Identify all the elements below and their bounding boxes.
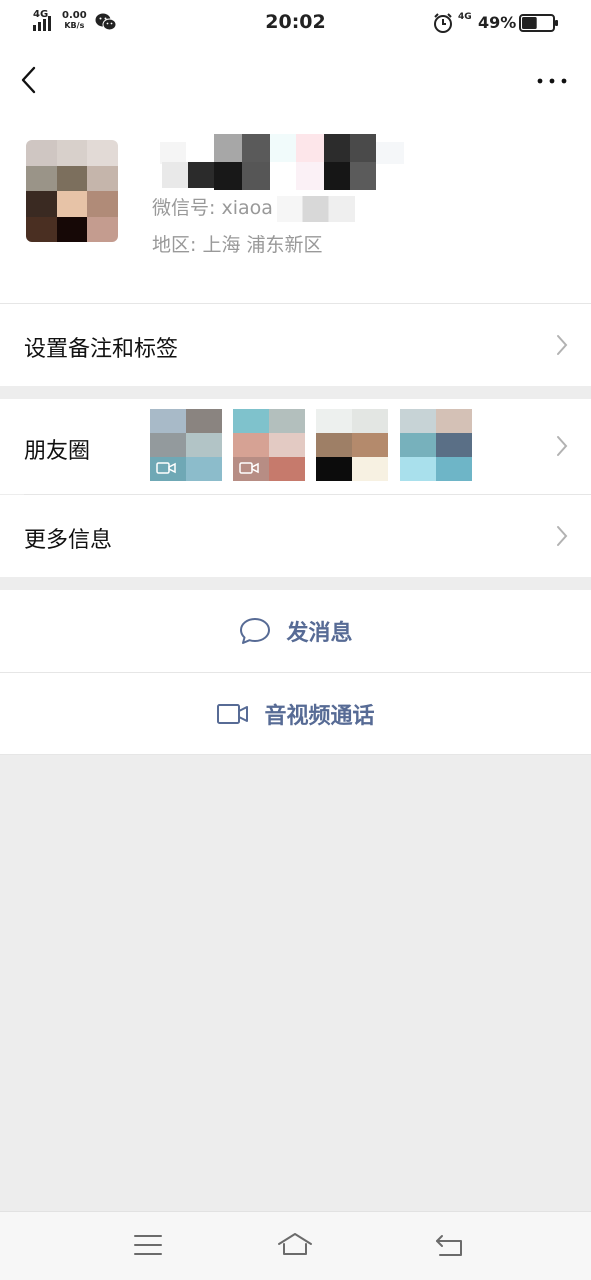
chevron-right-icon <box>557 526 568 546</box>
menu-icon[interactable] <box>130 1230 166 1260</box>
more-info-row[interactable]: 更多信息 <box>0 495 591 577</box>
wechat-id: 微信号: xiaoa <box>152 193 355 222</box>
send-message-button[interactable]: 发消息 <box>0 590 591 672</box>
battery-icon <box>519 14 558 32</box>
av-call-label: 音视频通话 <box>264 704 375 729</box>
chevron-right-icon <box>557 335 568 355</box>
battery-percent: 49% <box>478 13 517 32</box>
video-icon <box>156 462 176 474</box>
divider <box>0 754 591 755</box>
video-icon <box>239 462 259 474</box>
wechat-id-blurred <box>276 195 355 222</box>
av-call-button[interactable]: 音视频通话 <box>0 673 591 755</box>
region-value: 上海 浦东新区 <box>202 234 323 256</box>
avatar-mosaic <box>26 140 118 242</box>
moments-thumbnail <box>150 409 222 481</box>
nickname-blurred <box>160 134 404 190</box>
back-nav-icon[interactable] <box>432 1230 468 1260</box>
wechat-id-value: xiaoa <box>221 197 273 219</box>
send-message-label: 发消息 <box>286 621 353 646</box>
network-type-right: 4G <box>458 12 472 22</box>
moments-thumbnail <box>233 409 305 481</box>
moments-row[interactable]: 朋友圈 <box>0 399 591 494</box>
remark-tags-row[interactable]: 设置备注和标签 <box>0 304 591 386</box>
more-info-label: 更多信息 <box>24 528 113 553</box>
home-icon[interactable] <box>277 1230 313 1260</box>
back-icon[interactable] <box>14 62 46 98</box>
wechat-id-label: 微信号: <box>152 197 222 219</box>
moments-thumbnail <box>400 409 472 481</box>
moments-thumbnail <box>316 409 388 481</box>
more-options-icon[interactable] <box>535 66 569 96</box>
moments-label: 朋友圈 <box>24 439 91 464</box>
status-bar: 4G 0.00 KB/s 20:02 4G 49% <box>0 0 591 46</box>
system-navigation-bar <box>0 1211 591 1280</box>
video-call-icon <box>217 704 249 724</box>
chevron-right-icon <box>557 436 568 456</box>
region: 地区: 上海 浦东新区 <box>152 230 323 257</box>
profile-card: 微信号: xiaoa 地区: 上海 浦东新区 <box>0 118 591 304</box>
top-nav <box>0 46 591 118</box>
avatar[interactable] <box>26 140 118 242</box>
region-label: 地区: <box>152 234 203 256</box>
alarm-icon <box>434 13 452 33</box>
chat-bubble-icon <box>240 618 271 644</box>
remark-tags-label: 设置备注和标签 <box>24 337 179 362</box>
moments-thumbnails <box>150 409 480 483</box>
